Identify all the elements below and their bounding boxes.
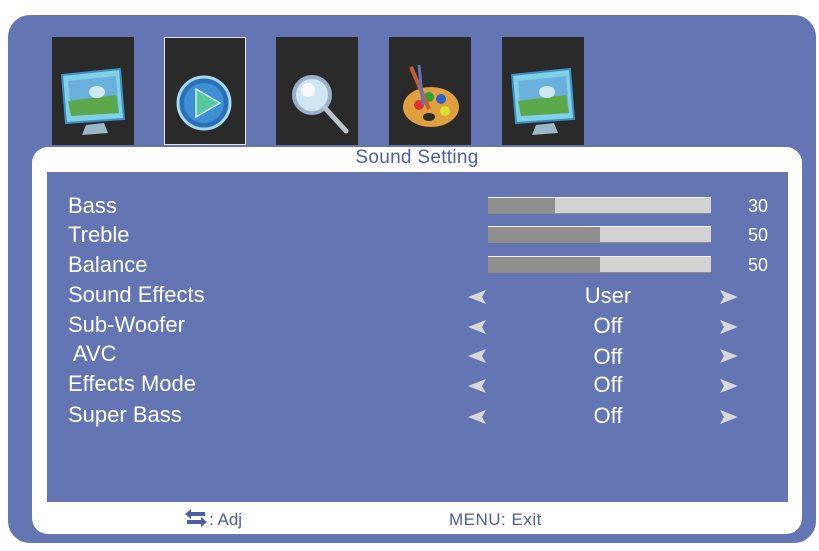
avc-label[interactable]: AVC	[68, 342, 117, 366]
page-title: Sound Setting	[355, 147, 479, 168]
palette-icon	[403, 64, 459, 127]
sub-woofer-value: Off	[593, 313, 623, 338]
left-arrow-icon[interactable]	[468, 410, 486, 424]
tab-color[interactable]	[389, 37, 471, 145]
balance-label[interactable]: Balance	[68, 253, 148, 277]
tab-picture[interactable]	[52, 37, 134, 145]
left-arrow-icon[interactable]	[468, 320, 486, 334]
bass-value: 30	[747, 196, 768, 216]
bass-label[interactable]: Bass	[68, 194, 117, 218]
sound-effects-label[interactable]: Sound Effects	[68, 283, 205, 307]
treble-slider[interactable]	[488, 226, 711, 243]
bass-slider-fill	[488, 198, 555, 213]
super-bass-value: Off	[593, 403, 623, 428]
balance-slider-fill	[488, 257, 600, 272]
tab-sound[interactable]	[164, 37, 246, 145]
treble-label[interactable]: Treble	[68, 223, 130, 247]
sound-play-icon	[176, 75, 232, 131]
tab-setup[interactable]	[502, 37, 584, 145]
sound-effects-value: User	[584, 283, 632, 308]
balance-slider[interactable]	[488, 256, 711, 273]
left-arrow-icon[interactable]	[468, 290, 486, 304]
left-arrow-icon[interactable]	[468, 349, 486, 363]
sub-woofer-label[interactable]: Sub-Woofer	[68, 313, 185, 337]
right-arrow-icon[interactable]	[720, 349, 738, 363]
magnifier-icon	[292, 75, 349, 134]
right-arrow-icon[interactable]	[720, 320, 738, 334]
treble-slider-fill	[488, 227, 600, 242]
effects-mode-label[interactable]: Effects Mode	[68, 372, 196, 396]
super-bass-label[interactable]: Super Bass	[68, 403, 182, 427]
swap-arrows-icon	[185, 509, 207, 527]
picture-monitor-icon	[60, 67, 126, 135]
setup-monitor-icon	[510, 67, 576, 135]
settings-panel	[47, 172, 788, 502]
right-arrow-icon[interactable]	[720, 290, 738, 304]
right-arrow-icon[interactable]	[720, 379, 738, 393]
tab-search[interactable]	[276, 37, 358, 145]
right-arrow-icon[interactable]	[720, 410, 738, 424]
effects-mode-value: Off	[593, 372, 623, 397]
exit-hint: MENU: Exit	[449, 510, 542, 529]
adjust-hint: : Adj	[209, 510, 243, 529]
left-arrow-icon[interactable]	[468, 379, 486, 393]
treble-value: 50	[747, 225, 768, 245]
balance-value: 50	[747, 255, 768, 275]
avc-value: Off	[593, 344, 623, 369]
bass-slider[interactable]	[488, 197, 711, 214]
